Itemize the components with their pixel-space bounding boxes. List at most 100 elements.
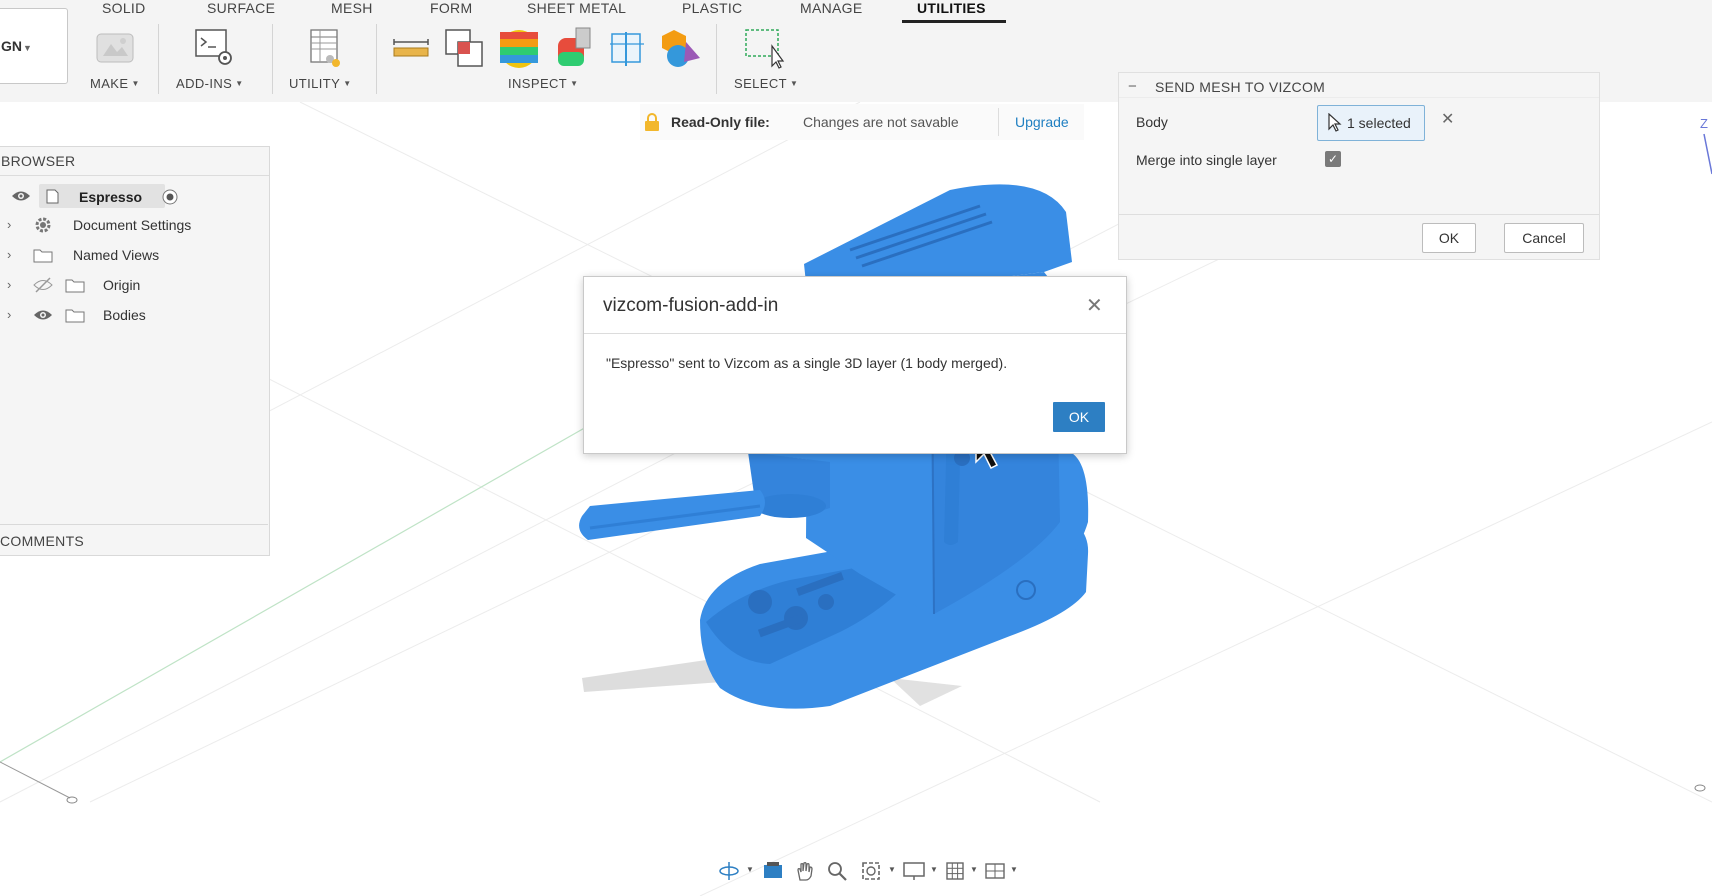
tree-item-bodies[interactable]: › Bodies [0,301,267,329]
lock-icon [645,113,659,131]
utility-table-icon[interactable] [308,28,342,68]
pan-hand-icon[interactable] [794,860,816,882]
grid-edge [0,761,71,799]
add-ins-group-label[interactable]: ADD-INS ▼ [176,76,244,91]
interference-icon[interactable] [444,28,486,70]
tab-solid[interactable]: SOLID [102,0,146,16]
clear-selection-icon[interactable]: ✕ [1441,109,1454,129]
chevron-down-icon: ▼ [23,43,32,53]
toolbar-divider [716,24,717,94]
body-label: Body [1136,114,1168,130]
root-label: Espresso [79,189,143,205]
orbit-icon[interactable] [718,860,740,882]
selection-count: 1 selected [1347,115,1411,131]
look-at-icon[interactable] [762,860,784,882]
cursor-select-icon [1328,113,1342,132]
tree-item-label: Origin [103,277,141,293]
visibility-eye-icon[interactable] [11,189,31,203]
send-mesh-panel: − SEND MESH TO VIZCOM Body 1 selected ✕ … [1118,72,1600,260]
chevron-right-icon[interactable]: › [7,217,11,232]
tree-item-label: Bodies [103,307,146,323]
folder-icon [33,249,53,263]
panel-cancel-button[interactable]: Cancel [1504,223,1584,253]
section-analysis-icon[interactable] [608,30,646,68]
chevron-down-icon[interactable]: ▼ [1010,865,1018,874]
browser-root-item[interactable]: Espresso [7,183,183,211]
chevron-down-icon[interactable]: ▼ [930,865,938,874]
chevron-right-icon[interactable]: › [7,307,11,322]
grid-corner-marker [66,796,78,804]
viewports-icon[interactable] [984,860,1006,882]
folder-icon [65,279,85,293]
workspace-label: GN [1,38,22,54]
tab-surface[interactable]: SURFACE [207,0,275,16]
tab-sheet-metal[interactable]: SHEET METAL [527,0,626,16]
tab-utilities[interactable]: UTILITIES [917,0,986,16]
grid-corner-marker [1694,784,1706,792]
zebra-analysis-icon[interactable] [498,28,540,70]
chevron-right-icon[interactable]: › [7,247,11,262]
upgrade-link[interactable]: Upgrade [1015,114,1069,130]
display-component-colors-icon[interactable] [660,28,702,70]
dialog-ok-button[interactable]: OK [1053,402,1105,432]
dialog-message: "Espresso" sent to Vizcom as a single 3D… [606,355,1008,371]
tree-item-named-views[interactable]: › Named Views [0,241,267,269]
workspace-switcher[interactable]: GN ▼ [0,8,68,84]
collapse-icon[interactable]: − [1128,78,1137,95]
scripts-add-ins-icon[interactable] [194,28,236,68]
panel-divider [1119,214,1599,215]
inspect-group-label[interactable]: INSPECT ▼ [508,76,578,91]
toolbar-divider [376,24,377,94]
folder-icon [65,309,85,323]
panel-ok-button[interactable]: OK [1422,223,1476,253]
fit-icon[interactable] [860,860,882,882]
browser-divider [0,175,269,176]
toolbar-divider [158,24,159,94]
draft-analysis-icon[interactable] [554,26,594,70]
model-shadow [582,658,722,692]
body-selection-field[interactable]: 1 selected [1317,105,1425,141]
panel-divider [1119,97,1599,98]
tab-mesh[interactable]: MESH [331,0,373,16]
select-group-label[interactable]: SELECT ▼ [734,76,798,91]
read-only-banner: Read-Only file: Changes are not savable … [640,104,1084,140]
viewcube-z-label[interactable]: Z [1700,116,1708,131]
browser-panel: BROWSER Espresso › Document Settings › N… [0,146,270,556]
utility-group-label[interactable]: UTILITY ▼ [289,76,352,91]
tree-item-label: Named Views [73,247,160,263]
viewcube-z-axis [1703,133,1712,175]
zoom-icon[interactable] [826,860,848,882]
message-dialog: vizcom-fusion-add-in ✕ "Espresso" sent t… [583,276,1127,454]
tab-manage[interactable]: MANAGE [800,0,862,16]
tree-item-origin[interactable]: › Origin [0,271,267,299]
browser-header[interactable]: BROWSER [1,153,75,169]
chevron-down-icon[interactable]: ▼ [888,865,896,874]
merge-label: Merge into single layer [1136,152,1277,168]
read-only-message: Changes are not savable [803,114,959,130]
tab-plastic[interactable]: PLASTIC [682,0,742,16]
make-group-label[interactable]: MAKE ▼ [90,76,140,91]
visibility-eye-icon[interactable] [33,308,53,322]
window-select-icon[interactable] [742,28,786,70]
banner-divider [998,108,999,136]
navigation-bar: ▼ ▼ ▼ ▼ ▼ [710,856,1020,886]
tree-item-document-settings[interactable]: › Document Settings [0,211,267,239]
make-3d-print-icon[interactable] [95,30,135,66]
display-settings-icon[interactable] [902,860,926,882]
dialog-divider [584,333,1126,334]
active-radio-icon[interactable] [161,188,179,206]
comments-panel[interactable]: COMMENTS [0,524,268,555]
tree-item-label: Document Settings [73,217,192,233]
panel-title: SEND MESH TO VIZCOM [1155,79,1326,95]
measure-icon[interactable] [392,38,430,60]
tab-form[interactable]: FORM [430,0,472,16]
chevron-right-icon[interactable]: › [7,277,11,292]
visibility-hidden-icon[interactable] [33,277,53,293]
chevron-down-icon[interactable]: ▼ [746,865,754,874]
chevron-down-icon[interactable]: ▼ [970,865,978,874]
grid-icon[interactable] [944,860,966,882]
close-icon[interactable]: ✕ [1086,293,1103,318]
toolbar-divider [272,24,273,94]
document-icon [46,189,59,204]
merge-checkbox[interactable]: ✓ [1325,151,1341,167]
